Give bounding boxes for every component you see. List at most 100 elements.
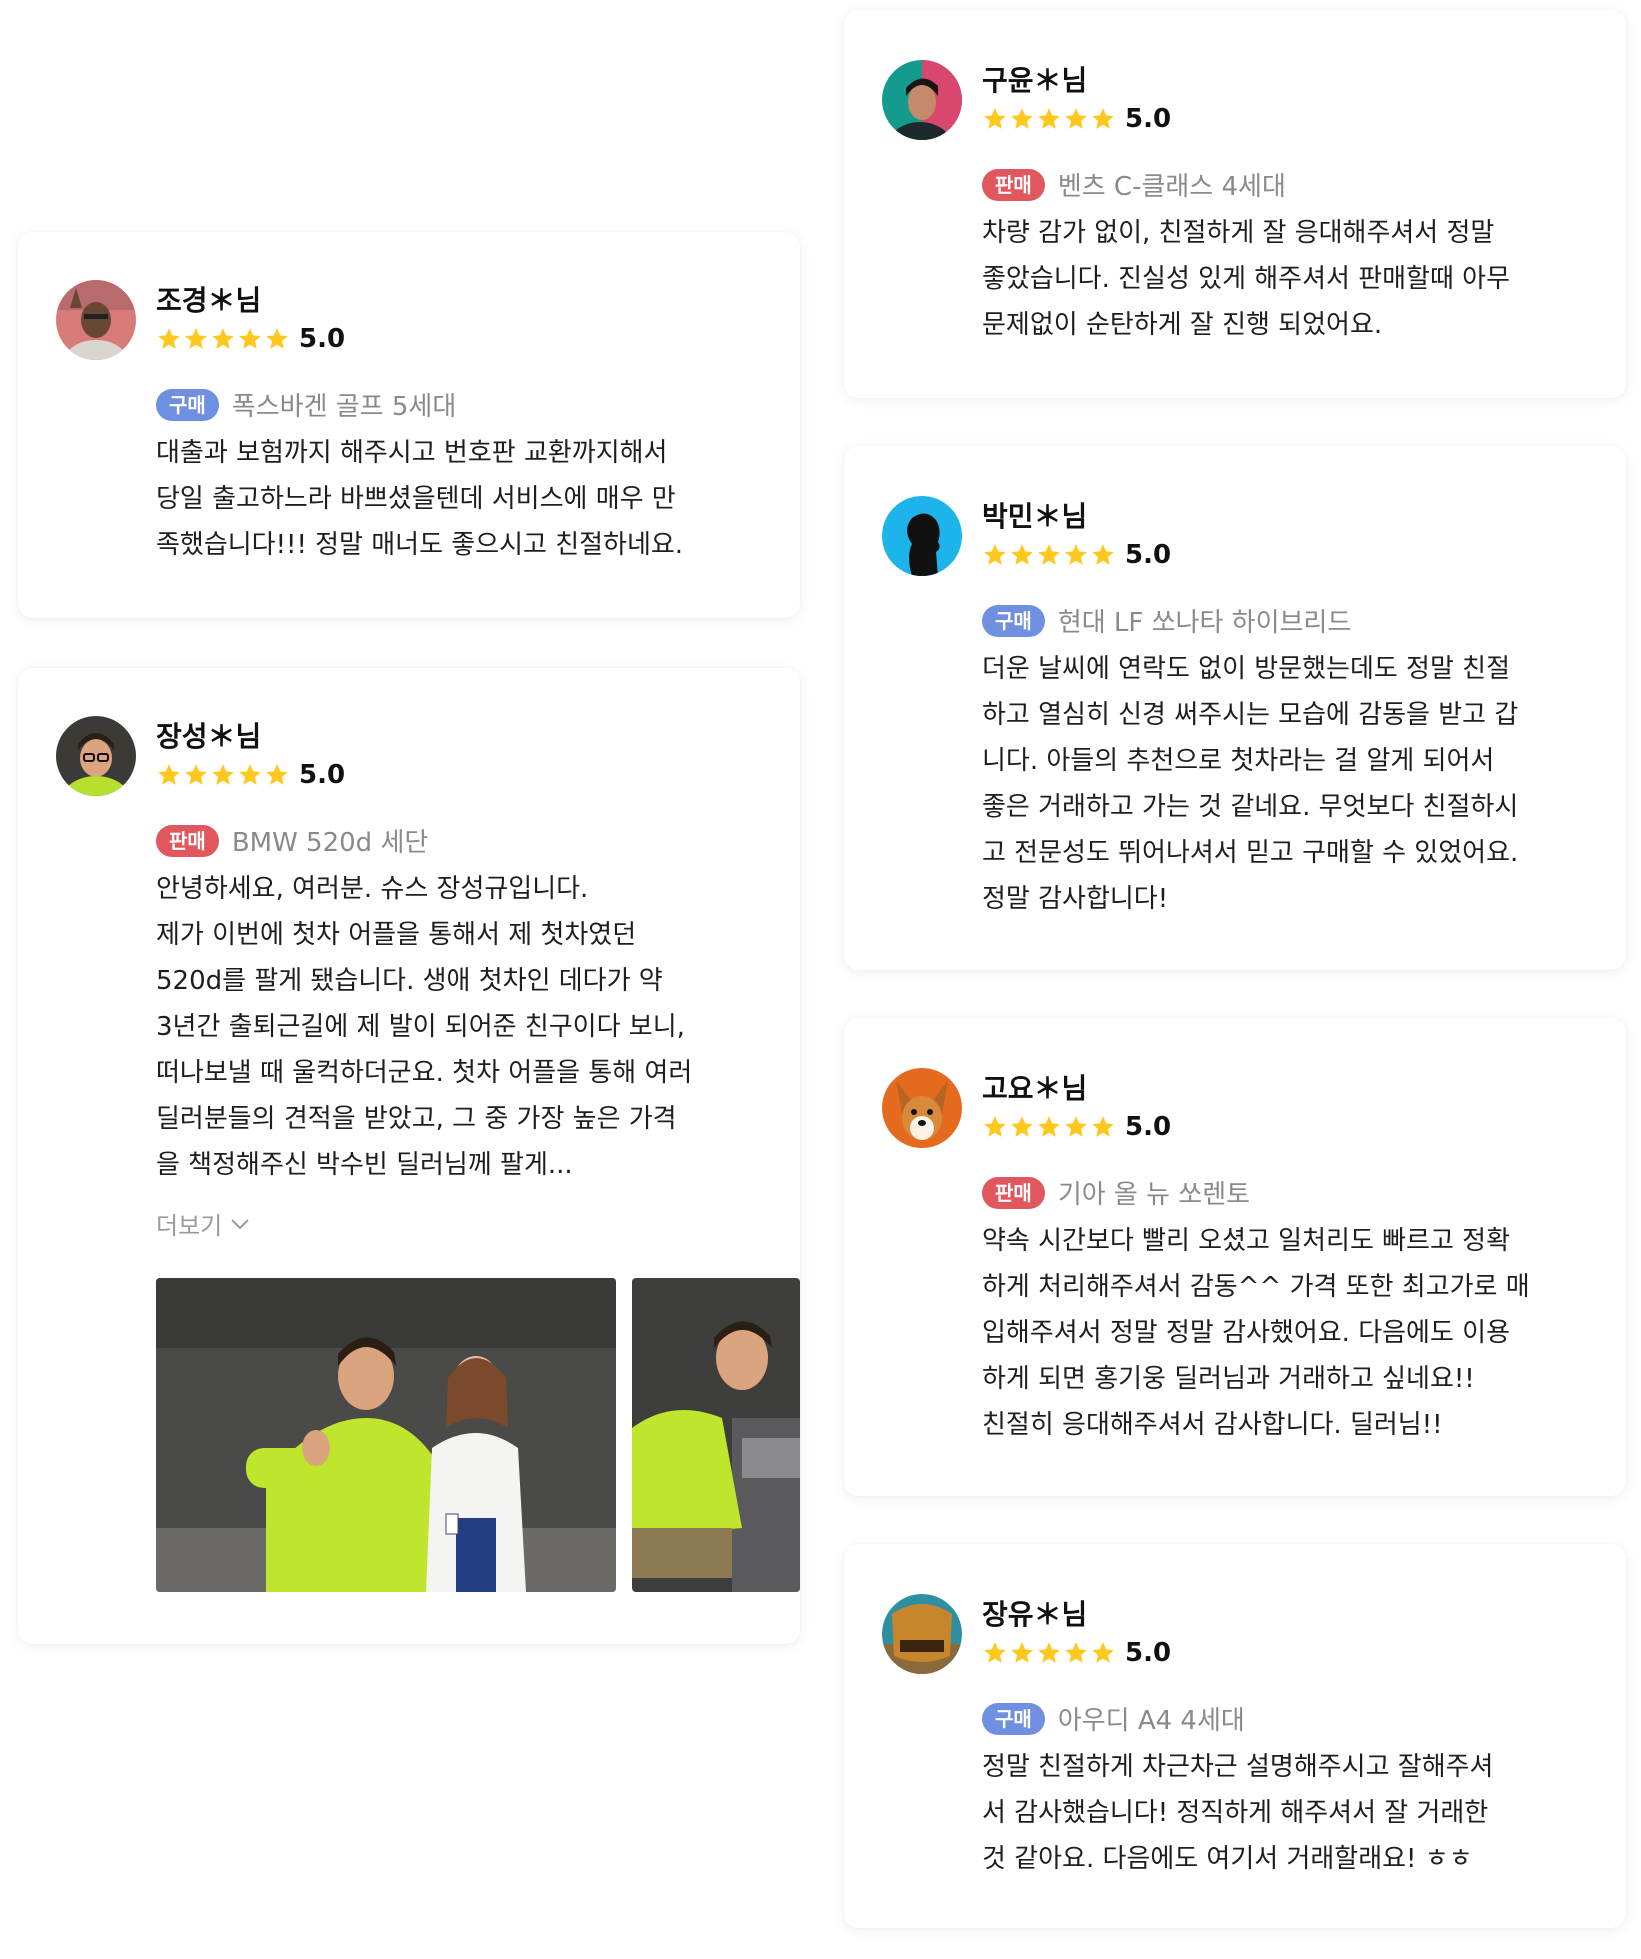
review-line: 3년간 출퇴근길에 제 발이 되어준 친구이다 보니, xyxy=(156,1012,685,1042)
review-line: 정말 친절하게 차근차근 설명해주시고 잘해주셔 xyxy=(982,1752,1494,1782)
avatar xyxy=(56,280,136,360)
person-avatar-icon xyxy=(56,280,136,360)
star-icon xyxy=(984,544,1006,565)
star-rating xyxy=(982,106,1116,132)
reviewer-name: 고요＊님 xyxy=(982,1072,1088,1105)
avatar xyxy=(56,716,136,796)
rating-score: 5.0 xyxy=(1125,1112,1172,1142)
star-rating xyxy=(982,1114,1116,1140)
review-card: 조경＊님 5.0 구매 폭스바겐 골프 5세대 대출과 보험까지 해주시고 번호… xyxy=(18,232,800,618)
review-line: 딜러분들의 견적을 받았고, 그 중 가장 높은 가격 xyxy=(156,1104,677,1134)
star-icon xyxy=(1065,544,1087,565)
trade-type-badge: 판매 xyxy=(156,824,219,857)
review-line: 520d를 팔게 됐습니다. 생애 첫차인 데다가 약 xyxy=(156,966,663,996)
trade-type-badge: 구매 xyxy=(982,1702,1045,1735)
star-rating xyxy=(982,1640,1116,1666)
reviewer-name: 구윤＊님 xyxy=(982,64,1088,97)
star-icon xyxy=(1092,108,1114,129)
rating-score: 5.0 xyxy=(299,760,346,790)
dog-avatar-icon xyxy=(882,1068,962,1148)
review-card: 고요＊님 5.0 판매 기아 올 뉴 쏘렌토 약속 시간보다 빨리 오셨고 일처… xyxy=(844,1018,1626,1496)
review-text: 차량 감가 없이, 친절하게 잘 응대해주셔서 정말 좋았습니다. 진실성 있게… xyxy=(982,210,1510,348)
review-line: 정말 감사합니다! xyxy=(982,884,1169,914)
more-label: 더보기 xyxy=(156,1212,223,1240)
star-icon xyxy=(1038,108,1060,129)
person-avatar-icon xyxy=(882,60,962,140)
star-icon xyxy=(1092,1642,1114,1663)
star-icon xyxy=(984,108,1006,129)
review-card: 장유＊님 5.0 구매 아우디 A4 4세대 정말 친절하게 차근차근 설명해주… xyxy=(844,1544,1626,1928)
star-icon xyxy=(1065,1116,1087,1137)
review-line: 더운 날씨에 연락도 없이 방문했는데도 정말 친절 xyxy=(982,654,1510,684)
star-icon xyxy=(984,1642,1006,1663)
review-text: 더운 날씨에 연락도 없이 방문했는데도 정말 친절 하고 열심히 신경 써주시… xyxy=(982,646,1518,922)
star-icon xyxy=(1065,1642,1087,1663)
star-icon xyxy=(1092,544,1114,565)
review-line: 고 전문성도 뛰어나셔서 믿고 구매할 수 있었어요. xyxy=(982,838,1519,868)
review-line: 약속 시간보다 빨리 오셨고 일처리도 빠르고 정확 xyxy=(982,1226,1510,1256)
review-card: 박민＊님 5.0 구매 현대 LF 쏘나타 하이브리드 더운 날씨에 연락도 없… xyxy=(844,446,1626,970)
review-line: 좋은 거래하고 가는 것 같네요. 무엇보다 친절하시 xyxy=(982,792,1519,822)
review-line: 을 책정해주신 박수빈 딜러님께 팔게... xyxy=(156,1150,573,1180)
review-line: 좋았습니다. 진실성 있게 해주셔서 판매할때 아무 xyxy=(982,264,1510,294)
star-rating xyxy=(156,326,290,352)
star-rating xyxy=(982,542,1116,568)
car-model: 벤츠 C-클래스 4세대 xyxy=(1057,172,1286,202)
review-line: 하고 열심히 신경 써주시는 모습에 감동을 받고 갑 xyxy=(982,700,1519,730)
review-card: 구윤＊님 5.0 판매 벤츠 C-클래스 4세대 차량 감가 없이, 친절하게 … xyxy=(844,10,1626,398)
review-line: 서 감사했습니다! 정직하게 해주셔서 잘 거래한 xyxy=(982,1798,1489,1828)
reviewer-name: 박민＊님 xyxy=(982,500,1088,533)
star-icon xyxy=(984,1116,1006,1137)
misfits-logo-avatar-icon xyxy=(882,1594,962,1674)
review-line: 안녕하세요, 여러분. 슈스 장성규입니다. xyxy=(156,874,589,904)
review-line: 당일 출고하느라 바쁘셨을텐데 서비스에 매우 만 xyxy=(156,484,676,514)
review-line: 차량 감가 없이, 친절하게 잘 응대해주셔서 정말 xyxy=(982,218,1495,248)
review-line: 하게 되면 홍기웅 딜러님과 거래하고 싶네요!! xyxy=(982,1364,1475,1394)
avatar xyxy=(882,60,962,140)
star-icon xyxy=(239,764,261,785)
reviewer-name: 장유＊님 xyxy=(982,1598,1088,1631)
review-line: 것 같아요. 다음에도 여기서 거래할래요! ㅎㅎ xyxy=(982,1844,1473,1874)
rating-score: 5.0 xyxy=(1125,104,1172,134)
avatar xyxy=(882,1068,962,1148)
person-avatar-icon xyxy=(56,716,136,796)
rating-score: 5.0 xyxy=(1125,1638,1172,1668)
car-model: 기아 올 뉴 쏘렌토 xyxy=(1057,1180,1251,1210)
star-icon xyxy=(185,764,207,785)
car-model: BMW 520d 세단 xyxy=(231,828,429,858)
review-line: 하게 처리해주셔서 감동^^ 가격 또한 최고가로 매 xyxy=(982,1272,1530,1302)
star-icon xyxy=(1092,1116,1114,1137)
review-photo-image xyxy=(632,1278,800,1592)
star-icon xyxy=(1011,108,1033,129)
review-text: 대출과 보험까지 해주시고 번호판 교환까지해서 당일 출고하느라 바쁘셨을텐데… xyxy=(156,430,683,568)
star-icon xyxy=(239,328,261,349)
car-model: 폭스바겐 골프 5세대 xyxy=(231,392,457,422)
review-photo-image xyxy=(156,1278,616,1592)
star-icon xyxy=(1038,1642,1060,1663)
star-icon xyxy=(158,764,180,785)
avatar xyxy=(882,1594,962,1674)
review-text: 약속 시간보다 빨리 오셨고 일처리도 빠르고 정확 하게 처리해주셔서 감동^… xyxy=(982,1218,1530,1448)
star-icon xyxy=(212,764,234,785)
star-icon xyxy=(158,328,180,349)
star-icon xyxy=(1011,544,1033,565)
more-button[interactable]: 더보기 xyxy=(156,1206,250,1241)
rating-score: 5.0 xyxy=(1125,540,1172,570)
trade-type-badge: 판매 xyxy=(982,168,1045,201)
star-icon xyxy=(212,328,234,349)
review-line: 입해주셔서 정말 정말 감사했어요. 다음에도 이용 xyxy=(982,1318,1510,1348)
trade-type-badge: 판매 xyxy=(982,1176,1045,1209)
star-icon xyxy=(1038,1116,1060,1137)
reviewer-name: 장성＊님 xyxy=(156,720,262,753)
review-photo[interactable] xyxy=(156,1278,616,1592)
star-icon xyxy=(266,328,288,349)
reviewer-name: 조경＊님 xyxy=(156,284,262,317)
review-line: 친절히 응대해주셔서 감사합니다. 딜러님!! xyxy=(982,1410,1443,1440)
review-card: 장성＊님 5.0 판매 BMW 520d 세단 안녕하세요, 여러분. 슈스 장… xyxy=(18,668,800,1644)
trade-type-badge: 구매 xyxy=(982,604,1045,637)
rating-score: 5.0 xyxy=(299,324,346,354)
review-text: 안녕하세요, 여러분. 슈스 장성규입니다. 제가 이번에 첫차 어플을 통해서… xyxy=(156,866,692,1188)
review-text: 정말 친절하게 차근차근 설명해주시고 잘해주셔 서 감사했습니다! 정직하게 … xyxy=(982,1744,1493,1882)
review-photo[interactable] xyxy=(632,1278,800,1592)
review-line: 제가 이번에 첫차 어플을 통해서 제 첫차였던 xyxy=(156,920,637,950)
